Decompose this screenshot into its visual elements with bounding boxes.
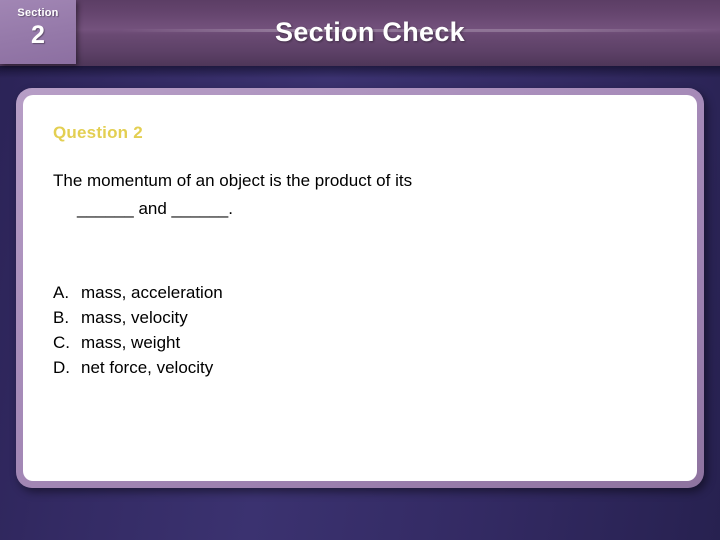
answer-choice-c[interactable]: C. mass, weight xyxy=(53,330,223,355)
answer-choice-d-letter: D. xyxy=(53,358,70,377)
answer-choice-c-text: mass, weight xyxy=(81,333,181,352)
answer-choice-d[interactable]: D. net force, velocity xyxy=(53,355,223,380)
answer-choice-a-letter: A. xyxy=(53,283,70,302)
page-title: Section Check xyxy=(275,17,465,47)
section-tab: Section 2 xyxy=(0,0,76,64)
question-text: The momentum of an object is the product… xyxy=(53,167,653,223)
section-tab-word: Section xyxy=(17,7,59,19)
answer-choice-a-text: mass, acceleration xyxy=(81,283,223,302)
answer-choice-b-text: mass, velocity xyxy=(81,308,188,327)
section-tab-number: 2 xyxy=(31,21,45,49)
content-panel-frame: Question 2 The momentum of an object is … xyxy=(16,88,704,488)
answer-choice-d-text: net force, velocity xyxy=(81,358,214,377)
slide: Section 2 Section Check Question 2 The m… xyxy=(0,0,720,540)
question-line-1: The momentum of an object is the product… xyxy=(53,171,413,190)
answer-choice-c-letter: C. xyxy=(53,333,70,352)
content-panel: Question 2 The momentum of an object is … xyxy=(23,95,697,481)
question-line-2: ______ and ______. xyxy=(77,199,233,218)
answer-choice-b-letter: B. xyxy=(53,308,70,327)
answer-choices: A. mass, acceleration B. mass, velocity … xyxy=(53,280,223,380)
header-drop-shadow xyxy=(0,66,720,78)
question-label: Question 2 xyxy=(53,123,143,142)
answer-choice-a[interactable]: A. mass, acceleration xyxy=(53,280,223,305)
bottom-toolbar: ? CHAPTER RESOURCES EXIT xyxy=(0,493,720,540)
answer-choice-b[interactable]: B. mass, velocity xyxy=(53,305,223,330)
